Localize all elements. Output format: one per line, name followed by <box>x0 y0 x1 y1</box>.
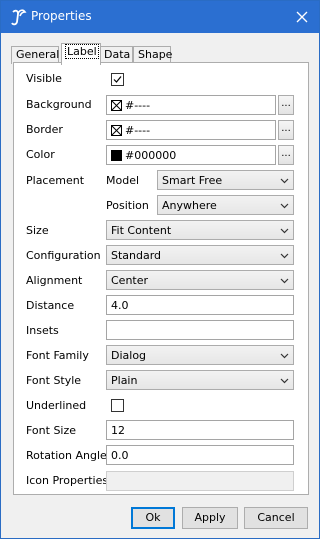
text-color-value: #000000 <box>125 149 177 162</box>
icon-properties-field <box>106 471 294 491</box>
font-family-value: Dialog <box>111 349 147 362</box>
font-style-label: Font Style <box>26 374 82 387</box>
title-bar: Properties <box>1 1 319 33</box>
insets-input[interactable] <box>106 320 294 340</box>
background-color-value: #---- <box>125 99 151 112</box>
text-color-field[interactable]: #000000 <box>106 145 276 165</box>
tab-shape-label: Shape <box>138 48 173 61</box>
cancel-button[interactable]: Cancel <box>244 507 308 529</box>
chevron-down-icon <box>280 378 289 384</box>
chevron-down-icon <box>280 228 289 234</box>
configuration-value: Standard <box>111 249 162 262</box>
ok-button[interactable]: Ok <box>131 507 175 529</box>
chevron-down-icon <box>280 203 289 209</box>
tab-data-label: Data <box>104 48 131 61</box>
window-title: Properties <box>31 9 92 23</box>
placement-label: Placement <box>26 174 85 187</box>
border-label: Border <box>26 123 63 136</box>
font-family-label: Font Family <box>26 349 89 362</box>
font-family-dropdown[interactable]: Dialog <box>106 345 294 365</box>
size-dropdown[interactable]: Fit Content <box>106 220 294 240</box>
font-style-dropdown[interactable]: Plain <box>106 370 294 390</box>
properties-dialog: Properties General Label Data Shape Visi… <box>0 0 320 539</box>
underlined-checkbox[interactable] <box>111 399 124 412</box>
icon-properties-label: Icon Properties <box>26 474 109 487</box>
model-label: Model <box>106 174 140 187</box>
close-icon <box>296 11 308 23</box>
configuration-dropdown[interactable]: Standard <box>106 245 294 265</box>
font-size-input[interactable]: 12 <box>106 420 294 440</box>
border-color-value: #---- <box>125 124 151 137</box>
close-button[interactable] <box>285 1 319 33</box>
chevron-down-icon <box>280 353 289 359</box>
chevron-down-icon <box>280 178 289 184</box>
color-label: Color <box>26 148 55 161</box>
position-label: Position <box>106 199 149 212</box>
apply-button[interactable]: Apply <box>182 507 238 529</box>
black-swatch-icon <box>111 150 122 161</box>
chevron-down-icon <box>280 278 289 284</box>
checkmark-icon <box>113 76 122 83</box>
alignment-value: Center <box>111 274 149 287</box>
font-style-value: Plain <box>111 374 138 387</box>
visible-label: Visible <box>26 72 62 85</box>
placement-model-dropdown[interactable]: Smart Free <box>157 170 294 190</box>
distance-input[interactable]: 4.0 <box>106 295 294 315</box>
background-color-button[interactable]: ... <box>278 95 294 115</box>
placement-model-value: Smart Free <box>162 174 223 187</box>
text-color-button[interactable]: ... <box>278 145 294 165</box>
alignment-label: Alignment <box>26 274 83 287</box>
configuration-label: Configuration <box>26 249 101 262</box>
rotation-angle-input[interactable]: 0.0 <box>106 445 294 465</box>
distance-label: Distance <box>26 299 75 312</box>
no-color-swatch-icon <box>111 100 122 111</box>
yed-logo-icon <box>9 7 29 27</box>
underlined-label: Underlined <box>26 399 87 412</box>
alignment-dropdown[interactable]: Center <box>106 270 294 290</box>
background-label: Background <box>26 98 92 111</box>
background-color-field[interactable]: #---- <box>106 95 276 115</box>
size-label: Size <box>26 224 49 237</box>
chevron-down-icon <box>280 253 289 259</box>
border-color-button[interactable]: ... <box>278 120 294 140</box>
rotation-angle-label: Rotation Angle <box>26 449 107 462</box>
placement-position-dropdown[interactable]: Anywhere <box>157 195 294 215</box>
visible-checkbox[interactable] <box>111 73 124 86</box>
label-tab-panel: Visible Background #---- ... Border #---… <box>13 62 309 495</box>
tab-label-label: Label <box>65 44 99 59</box>
tab-label[interactable]: Label <box>61 43 101 65</box>
border-color-field[interactable]: #---- <box>106 120 276 140</box>
no-color-swatch-icon <box>111 125 122 136</box>
font-size-label: Font Size <box>26 424 77 437</box>
size-value: Fit Content <box>111 224 172 237</box>
insets-label: Insets <box>26 324 59 337</box>
tab-general-label: General <box>16 48 60 61</box>
placement-position-value: Anywhere <box>162 199 217 212</box>
